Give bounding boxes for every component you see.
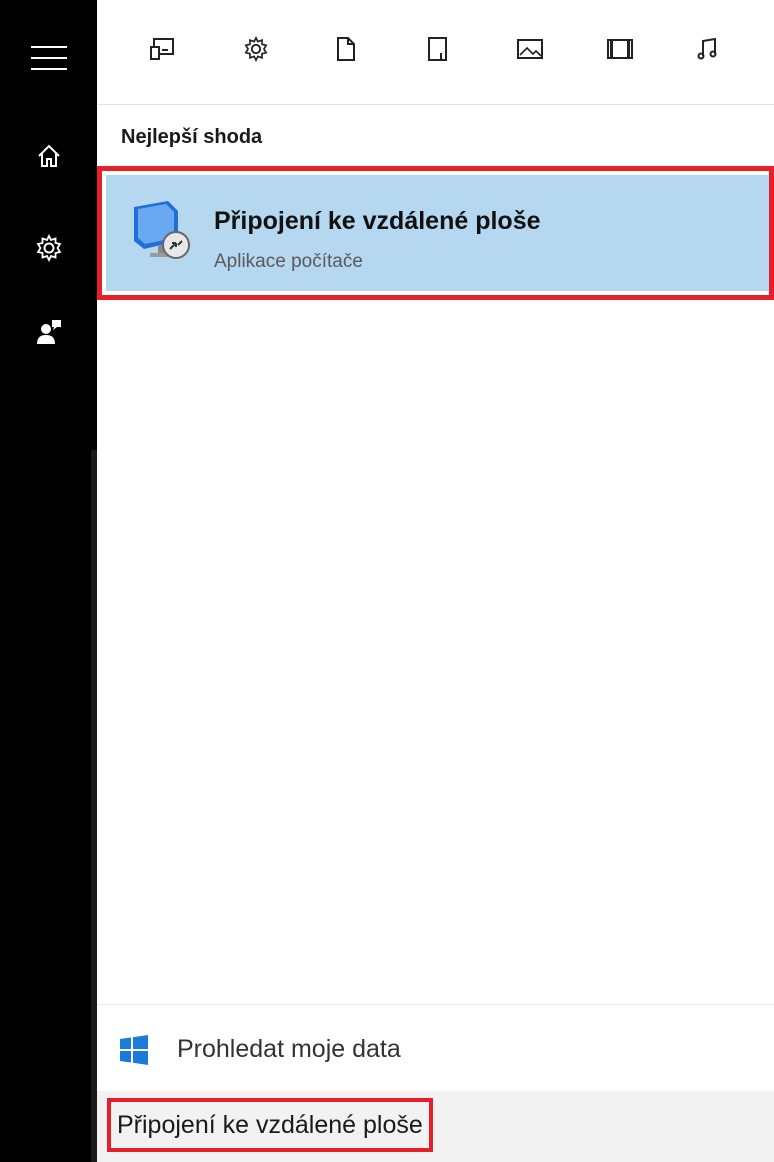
hamburger-menu-button[interactable] [0, 18, 97, 98]
home-button[interactable] [0, 116, 97, 196]
app-title: Připojení ke vzdálené ploše [214, 207, 541, 235]
apps-icon [149, 36, 175, 67]
filter-music-button[interactable] [695, 36, 721, 67]
settings-icon [243, 35, 269, 67]
hamburger-menu-icon [30, 45, 67, 71]
videos-icon [606, 36, 634, 67]
app-subtitle: Aplikace počítače [214, 251, 363, 272]
search-box-row[interactable]: Připojení ke vzdálené ploše [97, 1091, 774, 1162]
filter-folders-button[interactable] [425, 36, 451, 67]
best-match-result[interactable]: Připojení ke vzdálené ploše Aplikace poč… [97, 166, 774, 300]
search-my-data-label: Prohledat moje data [177, 1035, 401, 1063]
photos-icon [516, 36, 544, 67]
best-match-highlight: Připojení ke vzdálené ploše Aplikace poč… [106, 175, 769, 291]
settings-button[interactable] [0, 208, 97, 288]
settings-gear-icon [35, 234, 63, 262]
search-query-highlight[interactable]: Připojení ke vzdálené ploše [107, 1098, 433, 1152]
feedback-button[interactable] [0, 292, 97, 372]
filter-bar [97, 0, 774, 105]
filter-photos-button[interactable] [517, 38, 543, 64]
folders-icon [425, 36, 451, 67]
search-query-text[interactable]: Připojení ke vzdálené ploše [117, 1111, 423, 1140]
filter-documents-button[interactable] [333, 36, 359, 67]
filter-apps-button[interactable] [149, 36, 175, 67]
section-title-best-match: Nejlepší shoda [121, 126, 263, 148]
search-my-data-button[interactable]: Prohledat moje data [97, 1005, 774, 1091]
filter-settings-button[interactable] [243, 35, 269, 67]
remote-desktop-icon [130, 197, 198, 265]
feedback-person-icon [35, 318, 63, 346]
documents-icon [333, 36, 359, 67]
search-results-panel: Nejlepší shoda Připojení ke vzdálené plo… [97, 0, 774, 1162]
windows-logo-icon [119, 1035, 149, 1070]
filter-videos-button[interactable] [607, 38, 633, 64]
left-rail [0, 0, 97, 1162]
music-icon [695, 36, 721, 67]
home-icon [36, 143, 62, 169]
